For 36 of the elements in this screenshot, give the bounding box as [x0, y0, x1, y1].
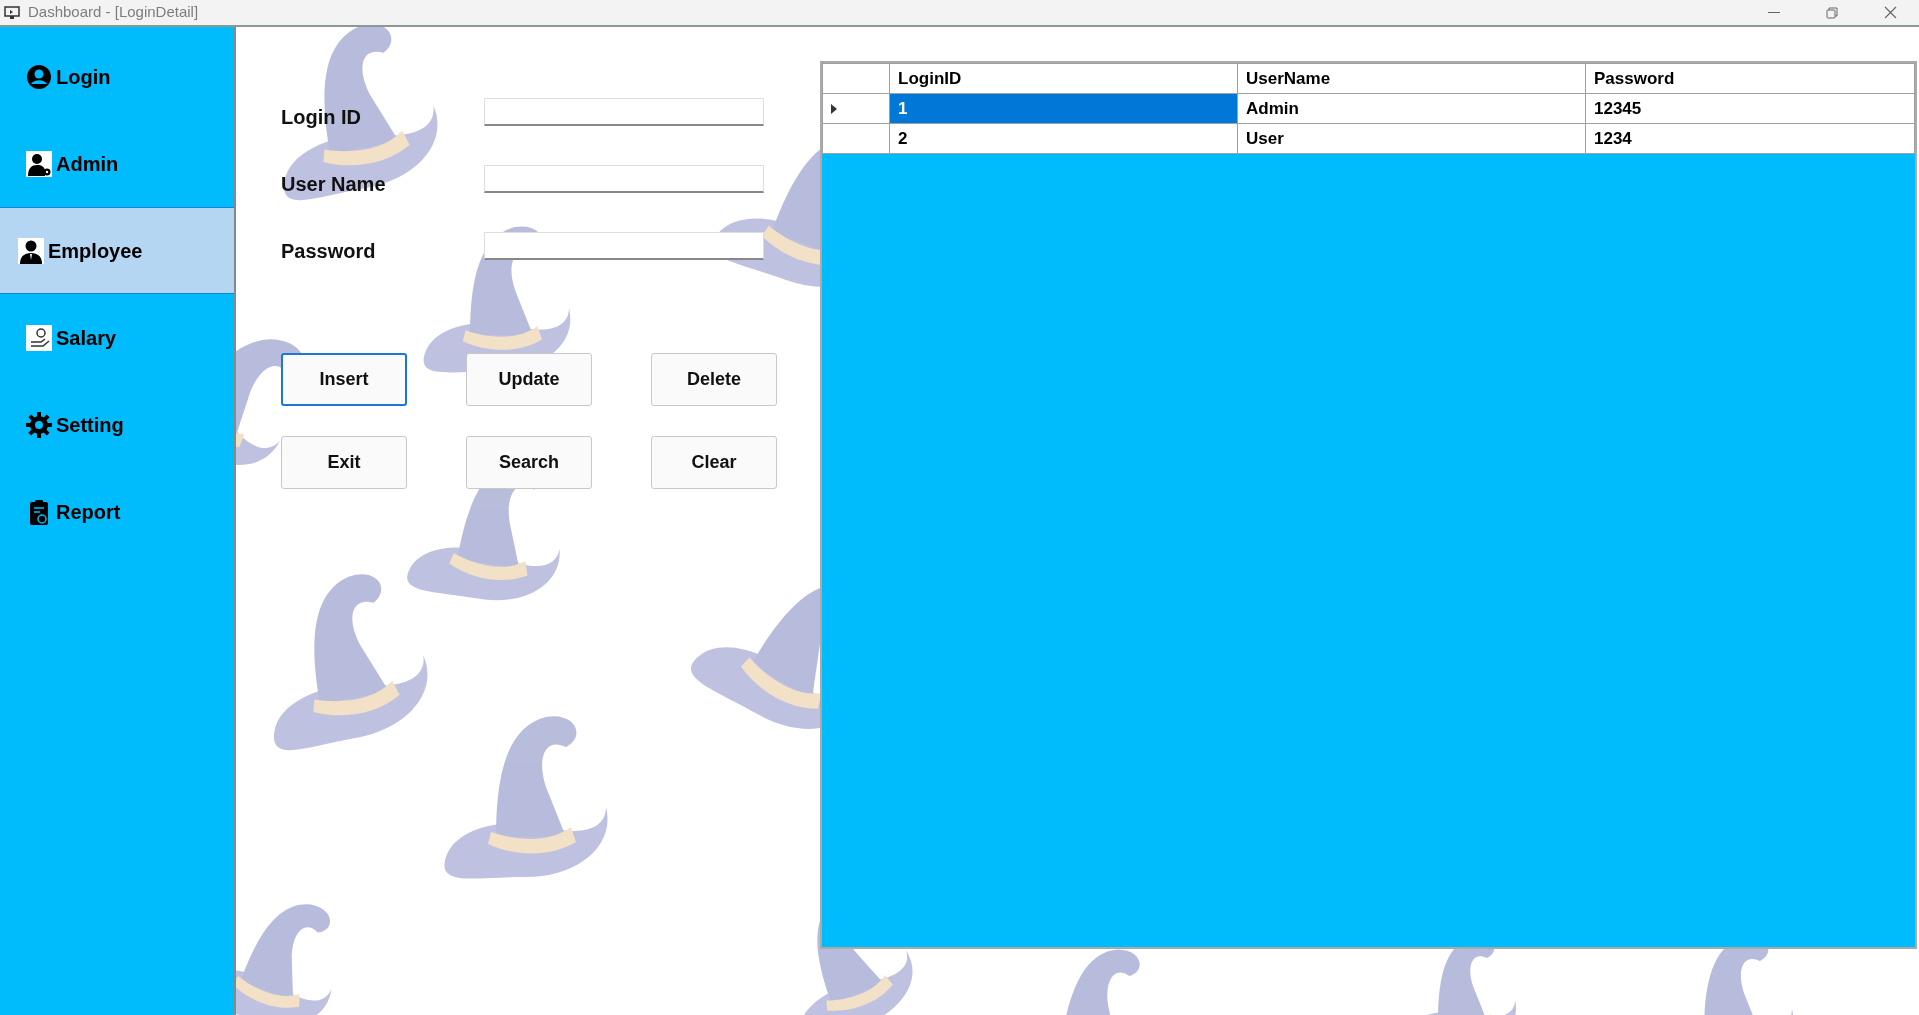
sidebar-item[interactable]: Employee [0, 207, 234, 294]
input-field[interactable] [484, 165, 764, 193]
table-cell: 12345 [1585, 93, 1915, 124]
table-cell: User [1237, 123, 1586, 154]
row-header-cell[interactable] [822, 93, 890, 124]
field-label: Password [281, 239, 377, 264]
table-cell: Admin [1237, 93, 1586, 124]
sidebar-item[interactable]: Login [0, 33, 234, 120]
input-field[interactable] [484, 98, 764, 126]
sidebar-item[interactable]: Admin [0, 120, 234, 207]
window-title: Dashboard - [LoginDetail] [28, 2, 199, 23]
person-icon [18, 237, 44, 264]
column-header[interactable]: UserName [1237, 63, 1586, 94]
field-label: User Name [281, 172, 387, 197]
action-button[interactable]: Exit [281, 436, 407, 489]
hand-coin-icon [26, 324, 52, 351]
person-gear-icon [26, 150, 52, 177]
app-icon [4, 5, 20, 20]
table-cell: 1234 [1585, 123, 1915, 154]
field-label: Login ID [281, 105, 362, 130]
sidebar-item[interactable]: Report [0, 468, 234, 555]
sidebar-item[interactable]: Setting [0, 381, 234, 468]
action-button[interactable]: Search [466, 436, 592, 489]
input-field[interactable] [484, 232, 764, 260]
column-header[interactable]: LoginID [889, 63, 1238, 94]
caret-icon [831, 103, 837, 114]
table-cell: 1 [889, 93, 1238, 124]
action-button[interactable]: Clear [651, 436, 777, 489]
user-icon [26, 63, 52, 90]
table-cell: 2 [889, 123, 1238, 154]
action-button[interactable]: Update [466, 353, 592, 406]
action-button[interactable]: Delete [651, 353, 777, 406]
sidebar-item[interactable]: Salary [0, 294, 234, 381]
column-header[interactable]: Password [1585, 63, 1915, 94]
action-button[interactable]: Insert [281, 353, 407, 406]
row-header-cell[interactable] [822, 123, 890, 154]
